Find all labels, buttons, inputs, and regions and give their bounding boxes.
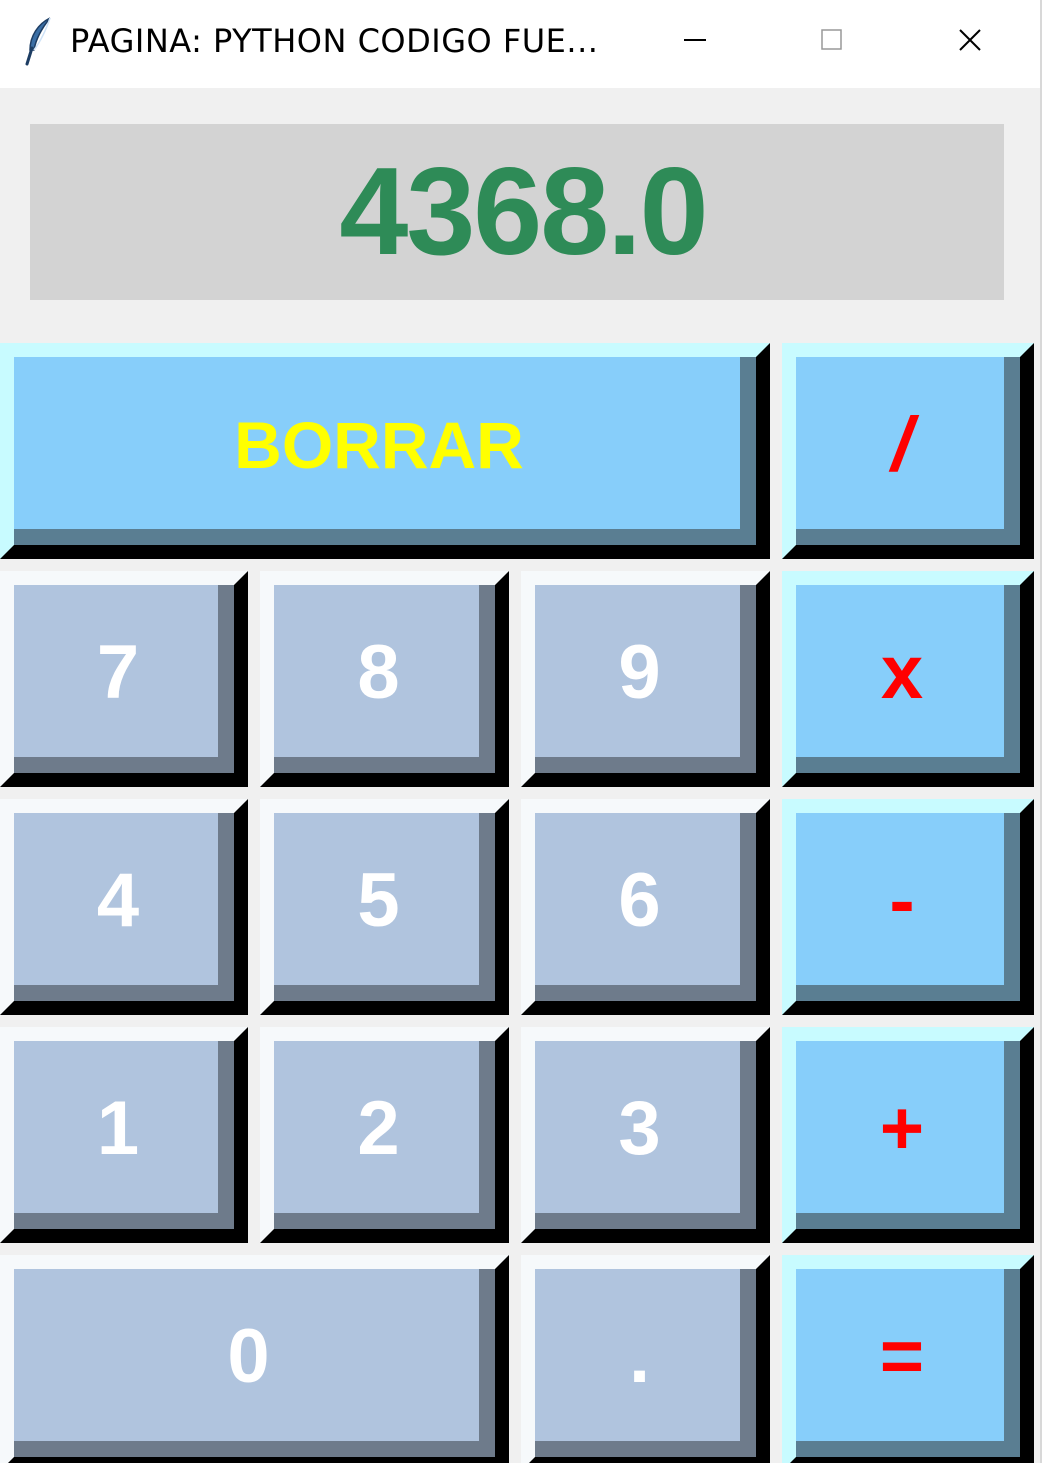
digit-5-label: 5 [357, 858, 400, 943]
maximize-icon [821, 29, 842, 50]
digit-8-button[interactable]: 8 [260, 571, 509, 787]
digit-4-label: 4 [96, 858, 140, 943]
divide-button[interactable]: / [782, 343, 1034, 559]
display-value: 4368.0 [339, 143, 708, 281]
digit-5-button[interactable]: 5 [260, 799, 509, 1015]
digit-2-button[interactable]: 2 [260, 1027, 509, 1243]
add-button[interactable]: + [782, 1027, 1034, 1243]
clear-button-label: BORRAR [234, 408, 524, 482]
divide-button-label: / [891, 402, 913, 487]
subtract-button[interactable]: - [782, 799, 1034, 1015]
feather-icon [25, 17, 51, 66]
equals-button[interactable]: = [782, 1255, 1034, 1463]
digit-8-label: 8 [357, 630, 400, 715]
decimal-button-label: . [628, 1314, 651, 1399]
close-button[interactable] [910, 0, 1030, 80]
maximize-button[interactable] [772, 0, 892, 80]
digit-6-button[interactable]: 6 [521, 799, 770, 1015]
clear-button[interactable]: BORRAR [0, 343, 770, 559]
digit-3-button[interactable]: 3 [521, 1027, 770, 1243]
subtract-button-label: - [889, 858, 915, 943]
equals-button-label: = [879, 1314, 925, 1399]
digit-6-label: 6 [618, 858, 661, 943]
minimize-icon [684, 39, 706, 41]
calculator-window: PAGINA: PYTHON CODIGO FUE... 4368.0 BORR… [0, 0, 1042, 1463]
title-bar[interactable]: PAGINA: PYTHON CODIGO FUE... [0, 0, 1042, 88]
result-display: 4368.0 [30, 124, 1004, 300]
digit-1-label: 1 [96, 1086, 140, 1171]
digit-7-label: 7 [96, 630, 140, 715]
digit-9-button[interactable]: 9 [521, 571, 770, 787]
digit-2-label: 2 [357, 1086, 400, 1171]
add-button-label: + [879, 1086, 925, 1171]
multiply-button[interactable]: x [782, 571, 1034, 787]
digit-3-label: 3 [618, 1086, 661, 1171]
multiply-button-label: x [880, 630, 924, 715]
digit-7-button[interactable]: 7 [0, 571, 248, 787]
digit-1-button[interactable]: 1 [0, 1027, 248, 1243]
decimal-button[interactable]: . [521, 1255, 770, 1463]
close-icon [959, 29, 981, 51]
digit-0-label: 0 [227, 1314, 270, 1399]
digit-9-label: 9 [618, 630, 661, 715]
minimize-button[interactable] [636, 0, 756, 80]
digit-4-button[interactable]: 4 [0, 799, 248, 1015]
digit-0-button[interactable]: 0 [0, 1255, 509, 1463]
window-title: PAGINA: PYTHON CODIGO FUE... [70, 22, 599, 60]
